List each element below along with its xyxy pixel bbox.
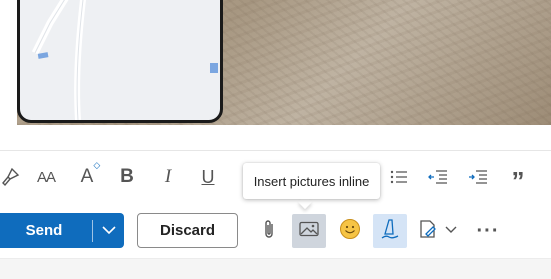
inline-image bbox=[17, 0, 551, 125]
more-icon: ··· bbox=[476, 219, 500, 242]
bold-button[interactable]: B bbox=[111, 160, 143, 194]
increase-indent-button[interactable] bbox=[462, 160, 494, 194]
italic-icon: I bbox=[164, 166, 172, 187]
chevron-down-icon bbox=[101, 222, 116, 240]
quote-button[interactable]: ” bbox=[502, 160, 534, 194]
font-size-icon: AA bbox=[36, 168, 56, 186]
increase-indent-icon bbox=[468, 169, 488, 185]
font-size-button[interactable]: AA bbox=[30, 160, 62, 194]
toolbar-separator bbox=[0, 150, 551, 151]
paperclip-icon bbox=[262, 218, 276, 245]
editor-button[interactable] bbox=[413, 214, 463, 248]
bullets-button[interactable] bbox=[383, 160, 415, 194]
format-painter-button[interactable] bbox=[0, 160, 26, 194]
insert-picture-icon bbox=[299, 221, 319, 242]
send-button[interactable]: Send bbox=[0, 222, 92, 239]
underline-icon: U bbox=[201, 166, 215, 187]
attach-file-button[interactable] bbox=[252, 214, 286, 248]
bottom-bar bbox=[0, 258, 551, 279]
insert-picture-button[interactable] bbox=[292, 214, 326, 248]
quote-icon: ” bbox=[511, 166, 525, 196]
decrease-indent-button[interactable] bbox=[422, 160, 454, 194]
tooltip-text: Insert pictures inline bbox=[253, 173, 370, 189]
bold-icon: B bbox=[120, 166, 134, 187]
underline-button[interactable]: U bbox=[192, 160, 224, 194]
tooltip: Insert pictures inline bbox=[243, 163, 380, 199]
italic-button[interactable]: I bbox=[152, 160, 184, 194]
signature-pen-icon bbox=[380, 218, 400, 245]
grow-font-button[interactable]: A ◇ bbox=[71, 160, 103, 194]
send-options-button[interactable] bbox=[93, 213, 124, 248]
emoji-button[interactable] bbox=[333, 214, 367, 248]
emoji-icon bbox=[339, 218, 361, 245]
discard-button[interactable]: Discard bbox=[137, 213, 238, 248]
bulleted-list-icon bbox=[390, 169, 408, 185]
map-screenshot bbox=[17, 0, 223, 123]
signature-button[interactable] bbox=[373, 214, 407, 248]
decrease-indent-icon bbox=[428, 169, 448, 185]
send-button-group: Send bbox=[0, 213, 124, 248]
paintbrush-icon bbox=[0, 167, 20, 187]
grow-font-icon: A ◇ bbox=[80, 160, 101, 187]
more-options-button[interactable]: ··· bbox=[471, 214, 505, 248]
editor-icon bbox=[418, 218, 458, 245]
